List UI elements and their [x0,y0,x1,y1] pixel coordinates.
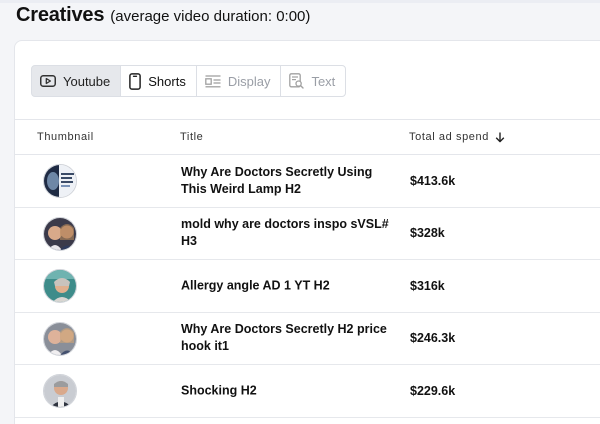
table-row[interactable]: Why Are Doctors Secretly H2 price hook i… [15,313,600,365]
top-divider [0,0,600,3]
video-thumbnail[interactable] [43,269,77,303]
row-total-ad-spend: $328k [410,226,445,241]
phone-icon [129,72,142,90]
arrow-down-icon[interactable] [495,132,505,143]
average-duration-label: (average video duration: 0:00) [110,8,311,25]
video-thumbnail[interactable] [43,374,77,408]
column-header-total-ad-spend-label: Total ad spend [409,131,489,143]
column-header-title[interactable]: Title [180,131,203,143]
tab-shorts[interactable]: Shorts [120,65,197,97]
row-title: Shocking H2 [181,383,257,398]
display-layout-icon [204,74,221,87]
table-row[interactable]: Shocking H2 $229.6k [15,365,600,418]
tab-display[interactable]: Display [195,65,282,97]
row-title: Allergy angle AD 1 YT H2 [181,278,330,293]
tab-shorts-label: Shorts [148,73,186,89]
tab-youtube[interactable]: Youtube [31,65,122,97]
row-total-ad-spend: $316k [410,278,445,293]
creatives-table: Thumbnail Title Total ad spend Why Are D… [15,119,600,418]
video-thumbnail[interactable] [43,164,77,198]
table-row[interactable]: mold why are doctors inspo sVSL# H3 $328… [15,208,600,260]
table-header: Thumbnail Title Total ad spend [15,119,600,155]
creative-type-tabs: Youtube Shorts Display Text [31,65,347,97]
tab-display-label: Display [227,73,271,89]
video-thumbnail[interactable] [43,216,77,251]
tab-text-label: Text [311,73,336,89]
row-total-ad-spend: $246.3k [410,331,456,346]
table-row[interactable]: Allergy angle AD 1 YT H2 $316k [15,260,600,313]
row-title: Why Are Doctors Secretly Using This Weir… [181,164,373,196]
row-title: Why Are Doctors Secretly H2 price hook i… [181,322,387,354]
section-heading: Creatives (average video duration: 0:00) [16,4,310,32]
row-total-ad-spend: $229.6k [410,383,456,398]
column-header-thumbnail: Thumbnail [37,131,94,143]
video-thumbnail[interactable] [43,321,77,356]
table-row[interactable]: Why Are Doctors Secretly Using This Weir… [15,155,600,208]
text-search-icon [289,73,305,89]
creatives-card: Youtube Shorts Display Text Thumbnail Ti… [14,40,600,424]
row-title: mold why are doctors inspo sVSL# H3 [181,217,389,249]
column-header-total-ad-spend[interactable]: Total ad spend [409,131,505,143]
tab-youtube-label: Youtube [63,73,111,89]
tab-text[interactable]: Text [280,65,347,97]
play-video-icon [40,75,56,87]
row-total-ad-spend: $413.6k [410,173,456,188]
page-title: Creatives [16,4,105,26]
